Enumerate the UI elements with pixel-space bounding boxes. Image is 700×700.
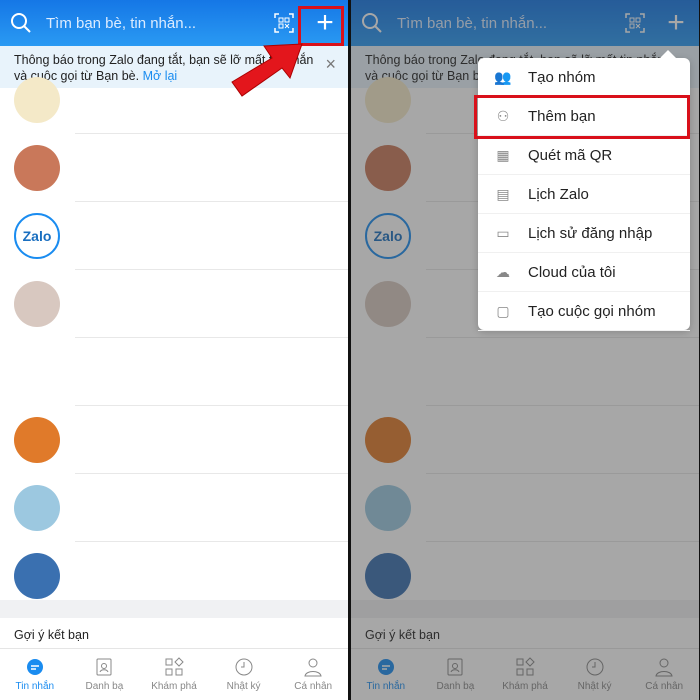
nav-tab-3[interactable]: Nhật ký <box>209 649 279 700</box>
search-icon[interactable] <box>10 12 32 34</box>
qr-icon: ▦ <box>496 146 510 163</box>
conversation-row[interactable] <box>0 474 348 542</box>
menu-label: Tạo nhóm <box>528 68 596 86</box>
red-arrow-icon <box>228 38 308 100</box>
avatar <box>14 281 60 327</box>
nav-label: Cá nhân <box>294 681 333 692</box>
nav-label: Nhật ký <box>226 681 261 692</box>
bottom-nav: Tin nhắn Danh bạ Khám phá Nhật ký Cá nhân <box>0 648 348 700</box>
chat-icon <box>26 659 43 675</box>
friend-suggestions-title: Gợi ý kết bạn <box>14 628 89 642</box>
avatar: Zalo <box>14 213 60 259</box>
nav-label: Khám phá <box>151 681 197 692</box>
menu-item-0[interactable]: 👥 Tạo nhóm <box>478 58 690 97</box>
conversation-row[interactable] <box>0 134 348 202</box>
avatar <box>14 417 60 463</box>
menu-label: Quét mã QR <box>528 146 613 164</box>
menu-item-3[interactable]: ▤ Lịch Zalo <box>478 175 690 214</box>
menu-label: Lịch sử đăng nhập <box>528 224 653 242</box>
avatar <box>14 485 60 531</box>
avatar <box>14 553 60 599</box>
search-input[interactable]: Tìm bạn bè, tin nhắn... <box>46 15 274 32</box>
monitor-icon: ▭ <box>496 224 510 241</box>
menu-item-6[interactable]: ▢ Tạo cuộc gọi nhóm <box>478 292 690 331</box>
menu-label: Tạo cuộc gọi nhóm <box>528 302 656 320</box>
clock-icon <box>235 658 253 676</box>
menu-item-4[interactable]: ▭ Lịch sử đăng nhập <box>478 214 690 253</box>
conversation-row[interactable] <box>0 406 348 474</box>
menu-item-5[interactable]: ☁ Cloud của tôi <box>478 253 690 292</box>
conversation-row[interactable]: Zalo <box>0 202 348 270</box>
contacts-icon <box>96 658 112 676</box>
nav-tab-4[interactable]: Cá nhân <box>278 649 348 700</box>
conversation-row[interactable] <box>0 270 348 338</box>
avatar <box>14 77 60 123</box>
avatar-label: Zalo <box>22 228 52 244</box>
nav-tab-0[interactable]: Tin nhắn <box>0 649 70 700</box>
nav-tab-1[interactable]: Danh bạ <box>70 649 140 700</box>
screen-before: Tìm bạn bè, tin nhắn... + Thông báo tron… <box>0 0 348 700</box>
discover-icon <box>165 657 184 676</box>
nav-tab-2[interactable]: Khám phá <box>139 649 209 700</box>
qr-scan-icon[interactable] <box>274 13 294 33</box>
conversation-row[interactable] <box>0 338 348 406</box>
menu-label: Lịch Zalo <box>528 185 589 203</box>
avatar <box>14 145 60 191</box>
nav-label: Tin nhắn <box>15 681 55 692</box>
video-call-icon: ▢ <box>496 302 510 319</box>
highlight-box <box>474 95 690 139</box>
screen-after: Tìm bạn bè, tin nhắn... + Thông báo tron… <box>351 0 699 700</box>
avatar <box>14 349 60 395</box>
nav-label: Danh bạ <box>85 681 124 692</box>
group-add-icon: 👥 <box>494 68 512 85</box>
cloud-icon: ☁ <box>496 263 510 280</box>
person-icon <box>304 658 322 677</box>
menu-item-2[interactable]: ▦ Quét mã QR <box>478 136 690 175</box>
menu-label: Cloud của tôi <box>528 263 616 281</box>
calendar-icon: ▤ <box>496 185 510 202</box>
